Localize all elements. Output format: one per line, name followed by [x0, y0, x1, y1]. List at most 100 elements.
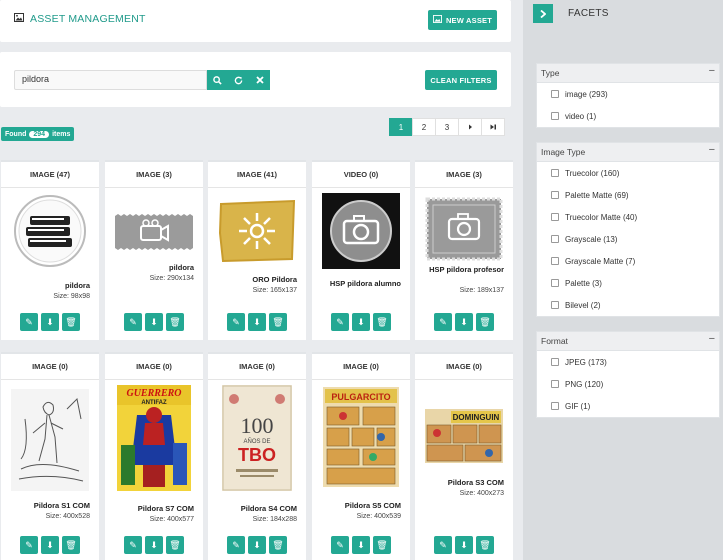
download-button[interactable]: ⬇	[145, 536, 163, 554]
facet-option[interactable]: Grayscale Matte (7)	[537, 250, 719, 272]
delete-button[interactable]: 🗑	[269, 313, 287, 331]
collapse-icon[interactable]: −	[709, 65, 715, 77]
checkbox[interactable]	[551, 358, 559, 366]
checkbox[interactable]	[551, 90, 559, 98]
new-asset-button[interactable]: NEW ASSET	[428, 10, 497, 30]
facet-group-header[interactable]: Type −	[537, 64, 719, 83]
checkbox[interactable]	[551, 191, 559, 199]
asset-card[interactable]: IMAGE (0) PULGARCITO Pildora S5 COM Size…	[312, 352, 410, 560]
trash-icon: 🗑	[376, 316, 388, 327]
checkbox[interactable]	[551, 402, 559, 410]
facet-option[interactable]: Bilevel (2)	[537, 294, 719, 316]
clear-search-button[interactable]	[249, 70, 270, 90]
asset-card[interactable]: IMAGE (0) GUERRERO ANTIFAZ Pildora S7 COM…	[105, 352, 203, 560]
page-3-button[interactable]: 3	[435, 118, 459, 136]
checkbox[interactable]	[551, 380, 559, 388]
collapse-icon[interactable]: −	[709, 333, 715, 345]
checkbox[interactable]	[551, 257, 559, 265]
download-button[interactable]: ⬇	[455, 313, 473, 331]
facet-option[interactable]: video (1)	[537, 105, 719, 127]
facet-option-label: GIF (1)	[565, 401, 591, 411]
download-button[interactable]: ⬇	[41, 313, 59, 331]
asset-card[interactable]: IMAGE (3) pildora Size: 290x134 ✎ ⬇ 🗑	[105, 160, 203, 340]
checkbox[interactable]	[551, 112, 559, 120]
facet-option[interactable]: Truecolor (160)	[537, 162, 719, 184]
card-name: Pildora S7 COM	[137, 504, 194, 513]
page-1-button[interactable]: 1	[389, 118, 413, 136]
checkbox[interactable]	[551, 279, 559, 287]
download-button[interactable]: ⬇	[41, 536, 59, 554]
facet-option-label: Truecolor (160)	[565, 168, 620, 178]
facet-option-label: Palette (3)	[565, 278, 602, 288]
asset-card[interactable]: IMAGE (41) ORO Pildora Size: 165x137 ✎ ⬇…	[208, 160, 306, 340]
card-actions: ✎ ⬇ 🗑	[312, 536, 410, 554]
download-button[interactable]: ⬇	[352, 536, 370, 554]
download-button[interactable]: ⬇	[352, 313, 370, 331]
collapse-icon[interactable]: −	[709, 144, 715, 156]
last-page-button[interactable]	[481, 118, 505, 136]
trash-icon: 🗑	[376, 539, 388, 550]
card-name: Pildora S3 COM	[447, 478, 504, 487]
edit-button[interactable]: ✎	[227, 536, 245, 554]
delete-button[interactable]: 🗑	[62, 313, 80, 331]
facet-group-header[interactable]: Format −	[537, 332, 719, 351]
edit-button[interactable]: ✎	[331, 313, 349, 331]
delete-button[interactable]: 🗑	[62, 536, 80, 554]
facet-option[interactable]: Grayscale (13)	[537, 228, 719, 250]
pencil-icon: ✎	[336, 316, 344, 327]
delete-button[interactable]: 🗑	[373, 536, 391, 554]
download-button[interactable]: ⬇	[248, 536, 266, 554]
facet-group-header[interactable]: Image Type −	[537, 143, 719, 162]
edit-button[interactable]: ✎	[20, 313, 38, 331]
asset-card[interactable]: IMAGE (3) HSP pildora profesor Size: 189…	[415, 160, 513, 340]
edit-button[interactable]: ✎	[434, 536, 452, 554]
checkbox[interactable]	[551, 169, 559, 177]
download-button[interactable]: ⬇	[455, 536, 473, 554]
facet-option[interactable]: Palette Matte (69)	[537, 184, 719, 206]
trash-icon: 🗑	[479, 539, 491, 550]
edit-button[interactable]: ✎	[124, 313, 142, 331]
facet-option[interactable]: PNG (120)	[537, 373, 719, 395]
clean-filters-button[interactable]: CLEAN FILTERS	[425, 70, 497, 90]
delete-button[interactable]: 🗑	[373, 313, 391, 331]
download-button[interactable]: ⬇	[145, 313, 163, 331]
trash-icon: 🗑	[479, 316, 491, 327]
delete-button[interactable]: 🗑	[476, 313, 494, 331]
refresh-button[interactable]	[228, 70, 249, 90]
page-2-button[interactable]: 2	[412, 118, 436, 136]
checkbox[interactable]	[551, 213, 559, 221]
delete-button[interactable]: 🗑	[476, 536, 494, 554]
comic-title-text: GUERRERO	[126, 388, 181, 399]
edit-button[interactable]: ✎	[227, 313, 245, 331]
facet-option-label: JPEG (173)	[565, 357, 607, 367]
trash-icon: 🗑	[65, 316, 77, 327]
asset-card[interactable]: VIDEO (0) HSP pildora alumno ✎ ⬇ 🗑	[312, 160, 410, 340]
edit-button[interactable]: ✎	[331, 536, 349, 554]
facet-option[interactable]: image (293)	[537, 83, 719, 105]
delete-button[interactable]: 🗑	[166, 536, 184, 554]
search-button[interactable]	[207, 70, 228, 90]
facet-option[interactable]: JPEG (173)	[537, 351, 719, 373]
facet-group-image-type: Image Type − Truecolor (160) Palette Matt…	[536, 142, 720, 317]
asset-card[interactable]: IMAGE (47) pildora Size: 98x98 ✎ ⬇ 🗑	[1, 160, 99, 340]
comic-strip-image: DOMINGUIN	[424, 408, 504, 464]
checkbox[interactable]	[551, 235, 559, 243]
checkbox[interactable]	[551, 301, 559, 309]
edit-button[interactable]: ✎	[434, 313, 452, 331]
image-icon	[432, 15, 442, 25]
delete-button[interactable]: 🗑	[269, 536, 287, 554]
facet-option[interactable]: GIF (1)	[537, 395, 719, 417]
asset-card[interactable]: IMAGE (0) DOMINGUIN Pildora S3 COM Size:…	[415, 352, 513, 560]
toggle-facets-button[interactable]	[533, 4, 553, 23]
search-input[interactable]: pildora	[14, 70, 207, 90]
facet-option[interactable]: Truecolor Matte (40)	[537, 206, 719, 228]
edit-button[interactable]: ✎	[20, 536, 38, 554]
sketch-image	[10, 388, 90, 492]
asset-card[interactable]: IMAGE (0) Pildora S1 COM Size: 400x528 ✎…	[1, 352, 99, 560]
next-page-button[interactable]	[458, 118, 482, 136]
asset-card[interactable]: IMAGE (0) 100 AÑOS DE TBO Pildora S4 COM S…	[208, 352, 306, 560]
facet-option[interactable]: Palette (3)	[537, 272, 719, 294]
delete-button[interactable]: 🗑	[166, 313, 184, 331]
edit-button[interactable]: ✎	[124, 536, 142, 554]
download-button[interactable]: ⬇	[248, 313, 266, 331]
